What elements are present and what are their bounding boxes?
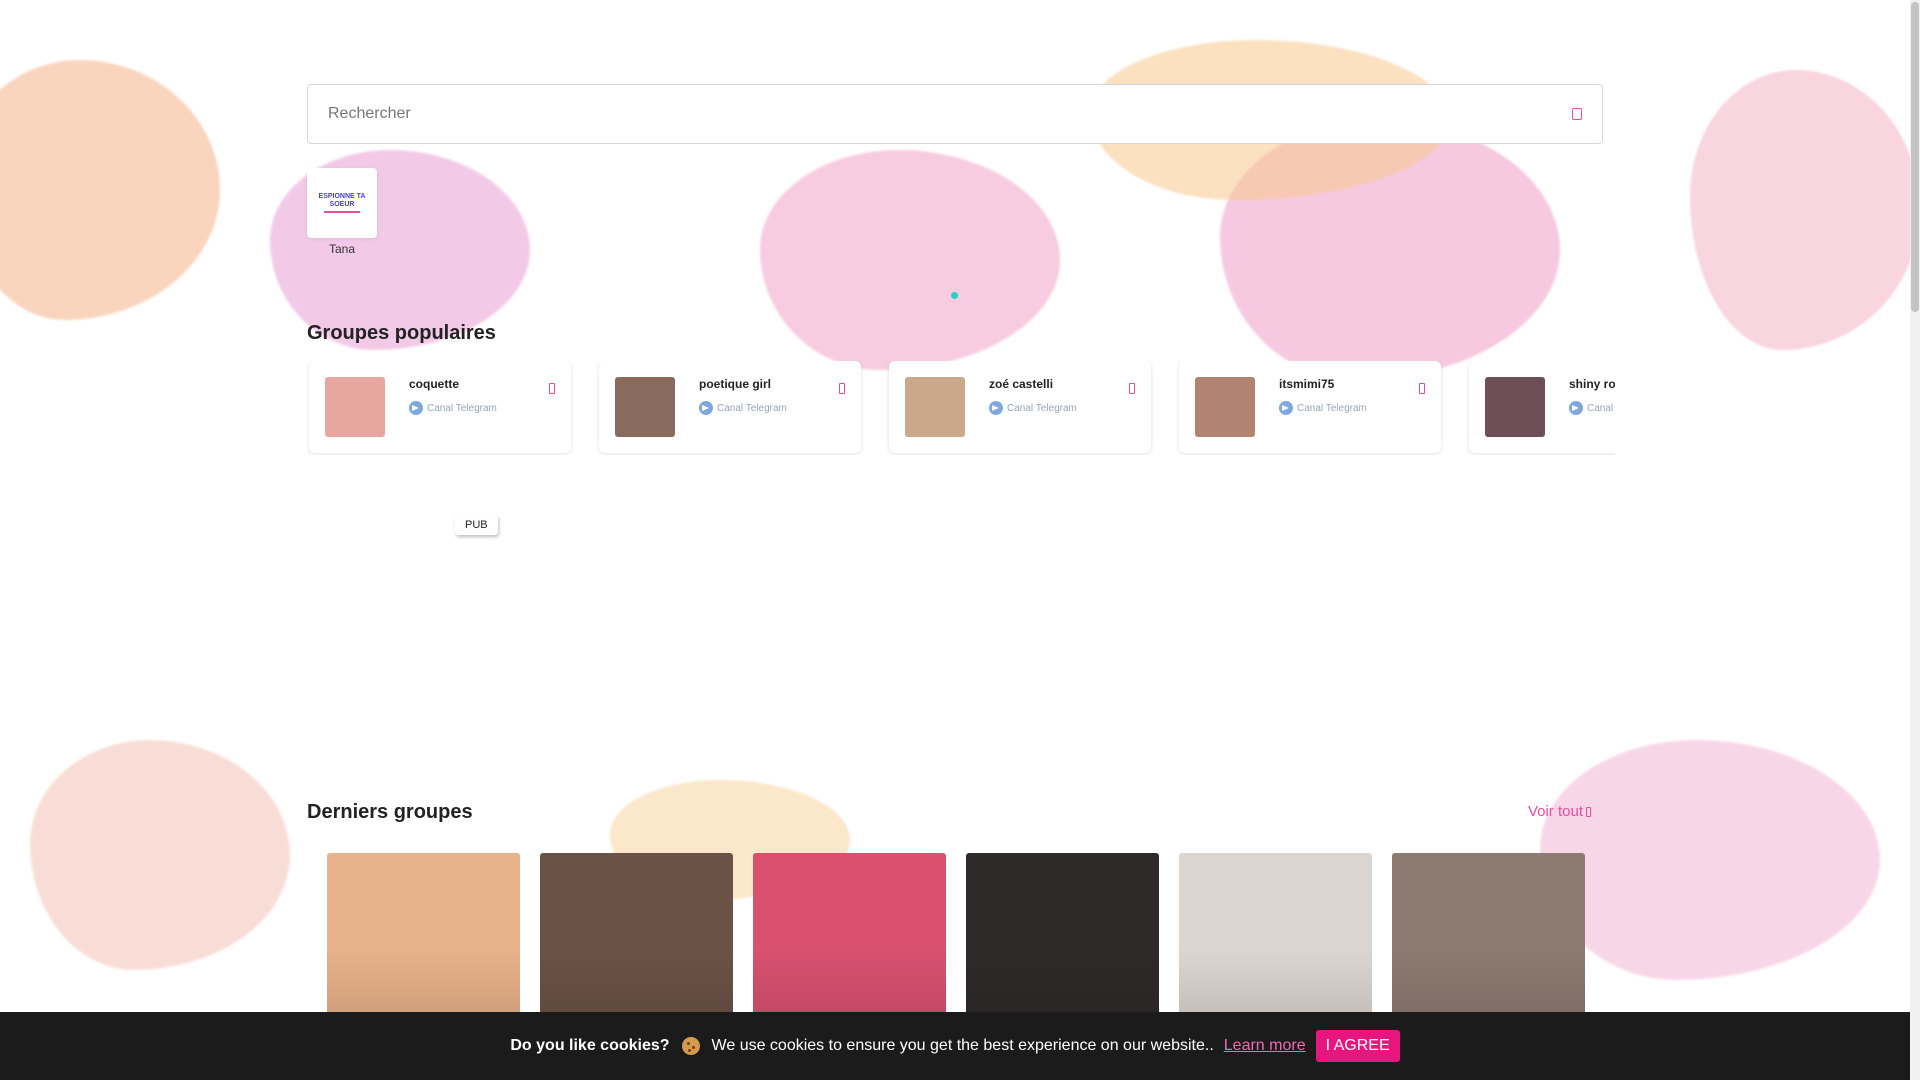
cookie-question: Do you like cookies? <box>510 1037 670 1054</box>
group-type-label: Canal Telegram <box>1587 402 1615 414</box>
popular-groups-carousel: coquette Canal Telegram poetique girl Ca… <box>307 361 1615 455</box>
story-logo-line <box>324 211 360 213</box>
group-type-label: Canal Telegram <box>427 402 497 414</box>
see-all-link[interactable]: Voir tout <box>1528 803 1591 820</box>
story-thumbnail[interactable]: ESPIONNE TA SOEUR <box>307 168 377 238</box>
cookie-message: We use cookies to ensure you get the bes… <box>711 1037 1214 1054</box>
group-avatar <box>1195 377 1255 437</box>
bookmark-icon[interactable] <box>839 383 845 394</box>
story-label: Tana <box>328 242 356 256</box>
group-type: Canal Telegram <box>1279 401 1367 415</box>
group-name: poetique girl <box>699 377 771 391</box>
popular-groups-title: Groupes populaires <box>307 322 496 344</box>
group-type-label: Canal Telegram <box>1007 402 1077 414</box>
cookie-banner: Do you like cookies? We use cookies to e… <box>0 1012 1910 1080</box>
telegram-icon <box>1569 401 1583 415</box>
group-avatar <box>615 377 675 437</box>
story-logo-text: ESPIONNE TA SOEUR <box>318 193 366 208</box>
group-type: Canal Telegram <box>989 401 1077 415</box>
popular-group-card[interactable]: poetique girl Canal Telegram <box>599 361 861 453</box>
telegram-icon <box>409 401 423 415</box>
learn-more-link[interactable]: Learn more <box>1224 1037 1306 1055</box>
latest-groups-title: Derniers groupes <box>307 801 473 823</box>
group-avatar <box>905 377 965 437</box>
group-type-label: Canal Telegram <box>717 402 787 414</box>
carousel-dot[interactable] <box>951 292 958 299</box>
group-name: itsmimi75 <box>1279 377 1335 391</box>
popular-group-card[interactable]: coquette Canal Telegram <box>309 361 571 453</box>
see-all-label: Voir tout <box>1527 803 1583 820</box>
group-name: coquette <box>409 377 460 391</box>
bookmark-icon[interactable] <box>1129 383 1135 394</box>
telegram-icon <box>989 401 1003 415</box>
arrow-right-icon <box>1586 806 1591 817</box>
group-type-label: Canal Telegram <box>1297 402 1367 414</box>
search-icon[interactable] <box>1572 108 1582 120</box>
group-avatar <box>1485 377 1545 437</box>
telegram-icon <box>1279 401 1293 415</box>
search-input[interactable] <box>328 105 1572 123</box>
bookmark-icon[interactable] <box>549 383 555 394</box>
story-item[interactable]: ESPIONNE TA SOEUR Tana <box>307 168 377 256</box>
page-container: ESPIONNE TA SOEUR Tana Groupes populaire… <box>307 0 1615 1080</box>
group-name: shiny ro <box>1569 377 1615 391</box>
group-avatar <box>325 377 385 437</box>
group-type: Canal Telegram <box>409 401 497 415</box>
group-name: zoé castelli <box>989 377 1054 391</box>
telegram-icon <box>699 401 713 415</box>
bookmark-icon[interactable] <box>1419 383 1425 394</box>
popular-group-card[interactable]: zoé castelli Canal Telegram <box>889 361 1151 453</box>
group-type: Canal Telegram <box>699 401 787 415</box>
search-bar[interactable] <box>307 84 1603 144</box>
popular-group-card[interactable]: shiny ro Canal Telegram <box>1469 361 1615 453</box>
group-type: Canal Telegram <box>1569 401 1615 415</box>
scrollbar-thumb[interactable] <box>1911 2 1919 312</box>
agree-button[interactable]: I AGREE <box>1315 1030 1400 1062</box>
ad-label: PUB <box>455 515 498 535</box>
popular-group-card[interactable]: itsmimi75 Canal Telegram <box>1179 361 1441 453</box>
scrollbar[interactable] <box>1910 0 1920 1080</box>
cookie-icon <box>681 1037 700 1055</box>
